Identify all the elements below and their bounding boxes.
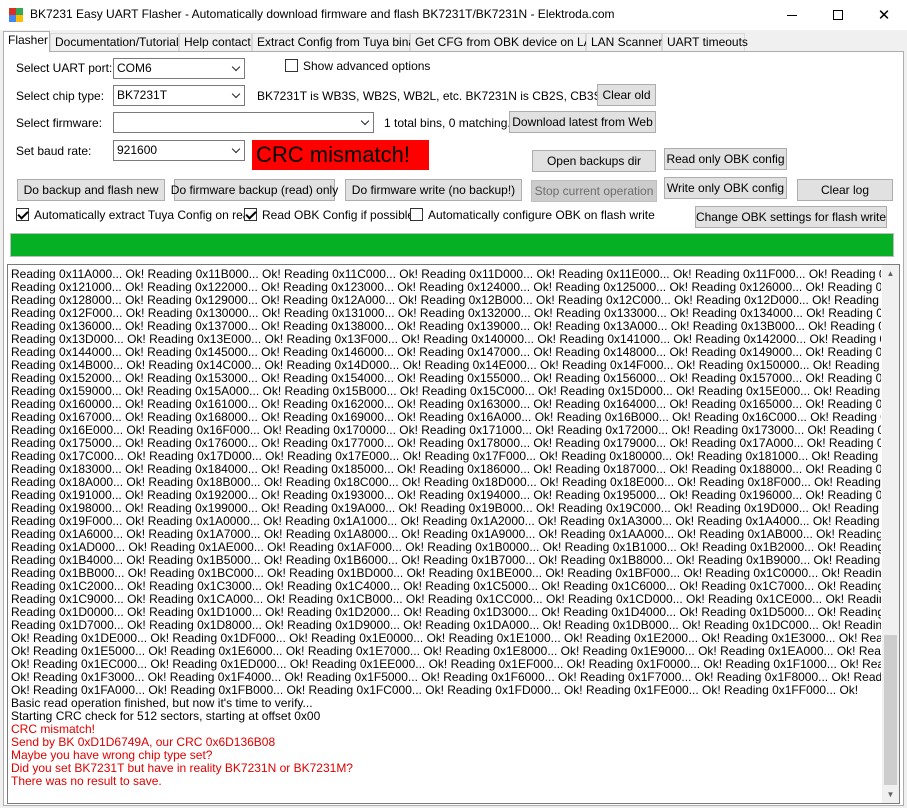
close-icon: ✕ [877, 7, 891, 24]
tab-get-cfg[interactable]: Get CFG from OBK device on LAN [410, 33, 600, 52]
chip-type-value: BK7231T [117, 88, 168, 102]
baud-rate-select[interactable]: 921600 [113, 140, 245, 161]
uart-port-select[interactable]: COM6 [113, 58, 245, 79]
chip-type-label: Select chip type: [16, 89, 105, 103]
tab-flasher[interactable]: Flasher [3, 31, 50, 52]
log-scrollbar[interactable]: ▲ ▼ [882, 265, 899, 803]
crc-status-banner: CRC mismatch! [252, 140, 429, 170]
auto-extract-label: Automatically extract Tuya Config on rea… [34, 208, 257, 222]
maximize-button[interactable] [815, 0, 861, 30]
chevron-down-icon [356, 113, 373, 132]
write-only-obk-button[interactable]: Write only OBK config [664, 177, 787, 199]
close-button[interactable]: ✕ [861, 0, 907, 30]
chip-info-text: BK7231T is WB3S, WB2S, WB2L, etc. BK7231… [257, 89, 625, 103]
baud-rate-label: Set baud rate: [16, 144, 92, 158]
uart-port-label: Select UART port: [16, 61, 113, 75]
backup-and-flash-button[interactable]: Do backup and flash new [17, 179, 165, 201]
window-title: BK7231 Easy UART Flasher - Automatically… [30, 7, 615, 21]
tab-documentation[interactable]: Documentation/Tutorials [50, 33, 185, 52]
scroll-up-icon[interactable]: ▲ [882, 265, 899, 282]
tab-lan-scanner[interactable]: LAN Scanner [586, 33, 662, 52]
firmware-backup-button[interactable]: Do firmware backup (read) only [171, 179, 338, 201]
clear-old-button[interactable]: Clear old [597, 84, 656, 106]
minimize-button[interactable] [769, 0, 815, 30]
clear-log-button[interactable]: Clear log [797, 179, 893, 201]
auto-configure-label: Automatically configure OBK on flash wri… [428, 208, 655, 222]
uart-port-value: COM6 [117, 61, 152, 75]
baud-rate-value: 921600 [117, 143, 158, 157]
tab-extract-config[interactable]: Extract Config from Tuya binary [252, 33, 425, 52]
app-icon [9, 8, 23, 22]
minimize-icon [787, 14, 797, 16]
read-obk-checkbox[interactable] [244, 208, 257, 221]
progress-fill [11, 234, 893, 256]
firmware-write-button[interactable]: Do firmware write (no backup!) [345, 179, 522, 201]
download-latest-button[interactable]: Download latest from Web [509, 111, 656, 133]
log-line: There was no result to save. [11, 774, 162, 788]
chevron-down-icon [227, 86, 244, 105]
chevron-down-icon [227, 141, 244, 160]
bins-info-text: 1 total bins, 0 matching. [384, 116, 511, 130]
progress-bar [10, 233, 894, 257]
show-advanced-checkbox[interactable] [285, 59, 298, 72]
log-lines: Reading 0x11A000... Ok! Reading 0x11B000… [11, 268, 881, 788]
read-obk-label: Read OBK Config if possible [262, 208, 415, 222]
open-backups-button[interactable]: Open backups dir [532, 150, 656, 172]
auto-extract-checkbox[interactable] [16, 208, 29, 221]
title-bar: BK7231 Easy UART Flasher - Automatically… [0, 0, 907, 30]
tab-help-contact[interactable]: Help contact [179, 33, 252, 52]
scroll-thumb[interactable] [884, 635, 897, 785]
log-line: Starting CRC check for 512 sectors, star… [11, 709, 321, 723]
tab-uart-timeouts[interactable]: UART timeouts [662, 33, 748, 52]
maximize-icon [833, 10, 843, 20]
chevron-down-icon [227, 59, 244, 78]
auto-configure-checkbox[interactable] [410, 208, 423, 221]
read-only-obk-button[interactable]: Read only OBK config [664, 148, 787, 170]
chip-type-select[interactable]: BK7231T [113, 85, 245, 106]
firmware-select[interactable] [113, 112, 374, 133]
log-textbox[interactable]: Reading 0x11A000... Ok! Reading 0x11B000… [7, 264, 900, 804]
change-obk-settings-button[interactable]: Change OBK settings for flash write [695, 206, 887, 228]
show-advanced-label: Show advanced options [303, 59, 431, 73]
scroll-down-icon[interactable]: ▼ [882, 786, 899, 803]
stop-operation-button[interactable]: Stop current operation [531, 180, 657, 202]
firmware-label: Select firmware: [16, 116, 103, 130]
